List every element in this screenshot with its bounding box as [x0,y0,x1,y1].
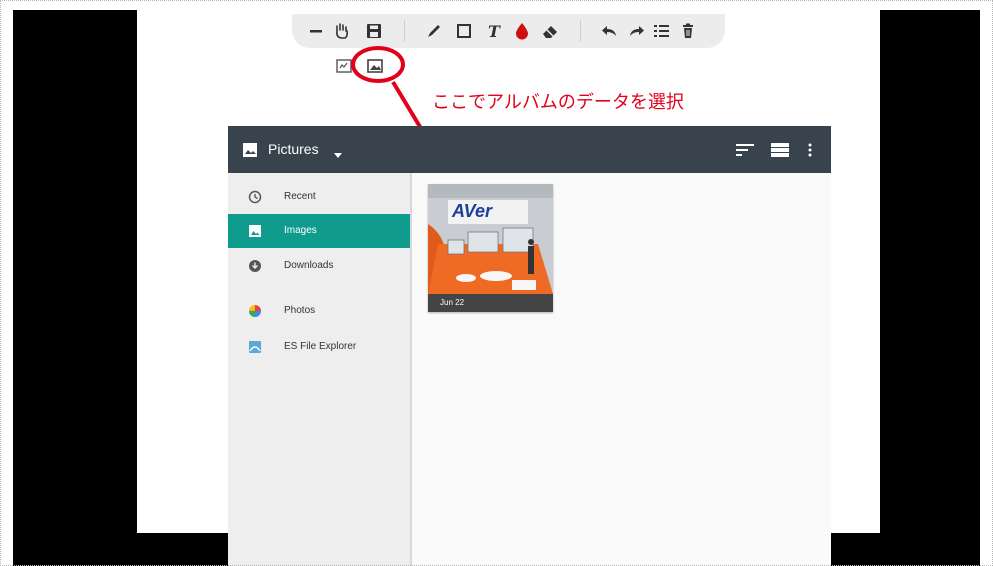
thumbnail-logo-text: AVer [452,201,493,221]
picker-title[interactable]: Pictures [268,141,319,157]
sort-icon[interactable] [736,143,754,162]
minus-icon[interactable] [306,21,326,41]
svg-text:T: T [488,23,501,39]
more-options-icon[interactable] [808,143,812,162]
trash-icon[interactable] [678,21,698,41]
es-file-explorer-icon [246,338,264,356]
thumbnail-caption: Jun 22 [428,294,553,312]
thumbnail-date: Jun 22 [440,298,465,307]
redo-icon[interactable] [626,21,646,41]
annotation-toolbar: T [292,14,725,48]
annotation-text: ここでアルバムのデータを選択 [432,92,684,113]
nav-label-recent: Recent [284,191,316,202]
layers-icon[interactable] [652,21,672,41]
eraser-icon[interactable] [540,21,560,41]
nav-label-images: Images [284,225,317,236]
highlight-circle [351,46,405,83]
rectangle-icon[interactable] [454,21,474,41]
clock-icon [246,188,264,206]
picker-sidebar: Recent Images Downloads Photos ES File E… [228,173,412,566]
nav-item-photos[interactable]: Photos [228,294,410,328]
letterbox-left [13,10,137,566]
image-icon [242,142,258,158]
whiteboard-icon[interactable] [336,58,352,74]
save-icon[interactable] [364,21,384,41]
text-icon[interactable]: T [484,21,504,41]
image-thumbnail[interactable]: AVer Jun 22 [428,184,553,312]
nav-item-images[interactable]: Images [228,214,410,248]
image-icon [246,222,264,240]
picker-app-bar: Pictures [228,126,831,173]
dropdown-arrow-icon[interactable] [334,146,342,164]
photos-pinwheel-icon [246,302,264,320]
nav-item-es-file-explorer[interactable]: ES File Explorer [228,330,410,364]
letterbox-right [880,10,980,566]
hand-icon[interactable] [332,21,352,41]
nav-label-downloads: Downloads [284,260,334,271]
pen-icon[interactable] [424,21,444,41]
nav-item-downloads[interactable]: Downloads [228,249,410,283]
download-icon [246,257,264,275]
nav-label-es-file-explorer: ES File Explorer [284,341,357,352]
list-view-icon[interactable] [771,143,789,162]
nav-item-recent[interactable]: Recent [228,180,410,214]
color-drop-icon[interactable] [512,21,532,41]
nav-label-photos: Photos [284,305,316,316]
undo-icon[interactable] [600,21,620,41]
